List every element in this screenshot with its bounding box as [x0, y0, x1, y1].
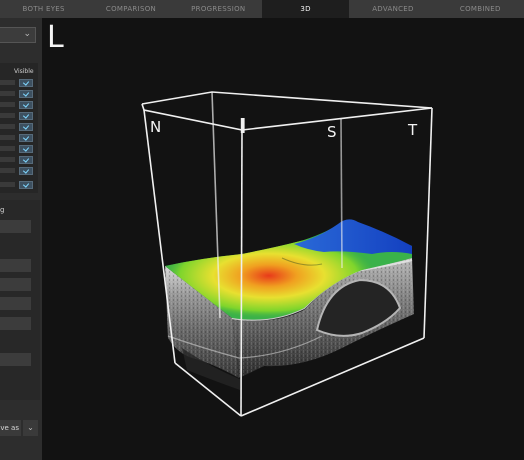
tab-bar: BOTH EYES COMPARISON PROGRESSION 3D ADVA… [0, 0, 524, 18]
layer-row [0, 132, 38, 142]
chevron-down-icon: ⌄ [27, 423, 34, 432]
layer-row [0, 110, 38, 120]
tab-progression[interactable]: PROGRESSION [175, 0, 262, 18]
layer-visibility-list: Visible [0, 63, 38, 193]
layer-row [0, 121, 38, 131]
visible-checkbox[interactable] [19, 101, 33, 109]
3d-viewport[interactable]: L N I S T [42, 18, 524, 460]
visible-checkbox[interactable] [19, 79, 33, 87]
orientation-label-temporal: T [407, 121, 418, 139]
layer-row [0, 88, 38, 98]
orientation-label-nasal: N [150, 118, 161, 136]
orientation-label-inferior: I [239, 114, 246, 138]
layer-row [0, 165, 38, 175]
settings-field[interactable] [0, 317, 31, 330]
thickness-map-blue-region [294, 219, 412, 254]
chevron-down-icon: ⌄ [23, 29, 31, 39]
scan-select-dropdown[interactable]: ⌄ [0, 27, 36, 43]
tab-3d[interactable]: 3D [261, 0, 350, 18]
layer-row [0, 179, 38, 189]
settings-field[interactable] [0, 297, 31, 310]
visible-checkbox[interactable] [19, 134, 33, 142]
section-label: g [0, 206, 5, 214]
layer-row [0, 77, 38, 87]
layer-row [0, 143, 38, 153]
save-as-dropdown[interactable]: ⌄ [23, 420, 38, 436]
layer-row [0, 154, 38, 164]
settings-field[interactable] [0, 353, 31, 366]
left-panel: ⌄ Visible g ve as ⌄ [0, 18, 42, 460]
visible-checkbox[interactable] [19, 156, 33, 164]
tab-both-eyes[interactable]: BOTH EYES [0, 0, 87, 18]
tab-combined[interactable]: COMBINED [437, 0, 524, 18]
settings-section: g [0, 200, 40, 400]
visible-checkbox[interactable] [19, 167, 33, 175]
orientation-label-superior: S [327, 123, 337, 141]
oct-volume-render[interactable]: N I S T [42, 18, 524, 460]
visible-checkbox[interactable] [19, 112, 33, 120]
visible-checkbox[interactable] [19, 181, 33, 189]
settings-field[interactable] [0, 220, 31, 233]
layer-row [0, 99, 38, 109]
visible-checkbox[interactable] [19, 123, 33, 131]
save-as-button[interactable]: ve as [0, 420, 21, 436]
visible-checkbox[interactable] [19, 145, 33, 153]
settings-field[interactable] [0, 259, 31, 272]
tab-comparison[interactable]: COMPARISON [87, 0, 174, 18]
tab-advanced[interactable]: ADVANCED [349, 0, 436, 18]
visible-checkbox[interactable] [19, 90, 33, 98]
visible-column-header: Visible [14, 68, 34, 75]
settings-field[interactable] [0, 278, 31, 291]
